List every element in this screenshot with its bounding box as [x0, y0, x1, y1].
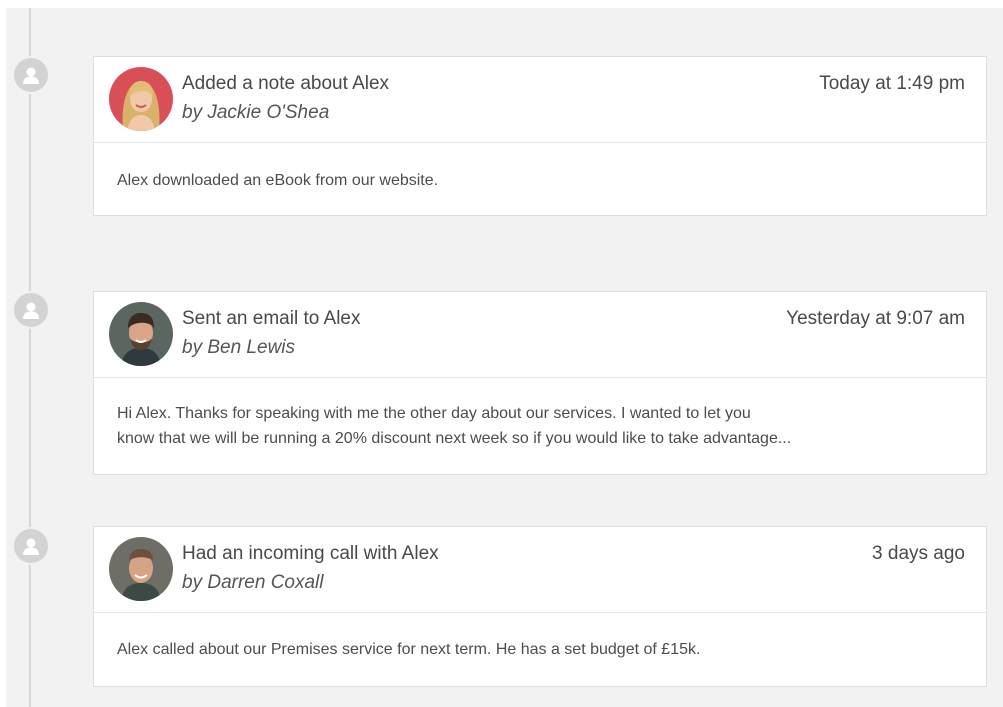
activity-time: Today at 1:49 pm	[819, 73, 965, 94]
card-body: Hi Alex. Thanks for speaking with me the…	[94, 378, 986, 474]
user-icon	[12, 527, 50, 565]
card-body: Alex called about our Premises service f…	[94, 613, 986, 686]
activity-title: Had an incoming call with Alex	[182, 543, 439, 564]
card-header: Added a note about Alex by Jackie O'Shea…	[94, 57, 986, 143]
card-header: Had an incoming call with Alex by Darren…	[94, 527, 986, 613]
activity-card-email: Sent an email to Alex by Ben Lewis Yeste…	[93, 291, 987, 475]
activity-card-call: Had an incoming call with Alex by Darren…	[93, 526, 987, 687]
activity-body: Alex downloaded an eBook from our websit…	[117, 172, 439, 189]
timeline-line	[29, 8, 31, 707]
canvas: Added a note about Alex by Jackie O'Shea…	[0, 0, 1003, 707]
activity-author[interactable]: by Darren Coxall	[182, 572, 324, 594]
activity-time: 3 days ago	[872, 543, 965, 564]
activity-body-line: know that we will be running a 20% disco…	[117, 430, 792, 447]
activity-time: Yesterday at 9:07 am	[786, 308, 965, 329]
user-icon	[12, 56, 50, 94]
activity-title: Sent an email to Alex	[182, 308, 361, 329]
user-icon	[12, 291, 50, 329]
jackie-avatar[interactable]	[109, 67, 173, 131]
ben-avatar[interactable]	[109, 302, 173, 366]
activity-card-note: Added a note about Alex by Jackie O'Shea…	[93, 56, 987, 216]
activity-body-line: Hi Alex. Thanks for speaking with me the…	[117, 405, 751, 422]
darren-avatar[interactable]	[109, 537, 173, 601]
activity-title: Added a note about Alex	[182, 73, 390, 94]
activity-author[interactable]: by Jackie O'Shea	[182, 102, 329, 124]
activity-author[interactable]: by Ben Lewis	[182, 337, 295, 359]
activity-body: Alex called about our Premises service f…	[117, 641, 701, 658]
card-header: Sent an email to Alex by Ben Lewis Yeste…	[94, 292, 986, 378]
card-body: Alex downloaded an eBook from our websit…	[94, 143, 986, 215]
